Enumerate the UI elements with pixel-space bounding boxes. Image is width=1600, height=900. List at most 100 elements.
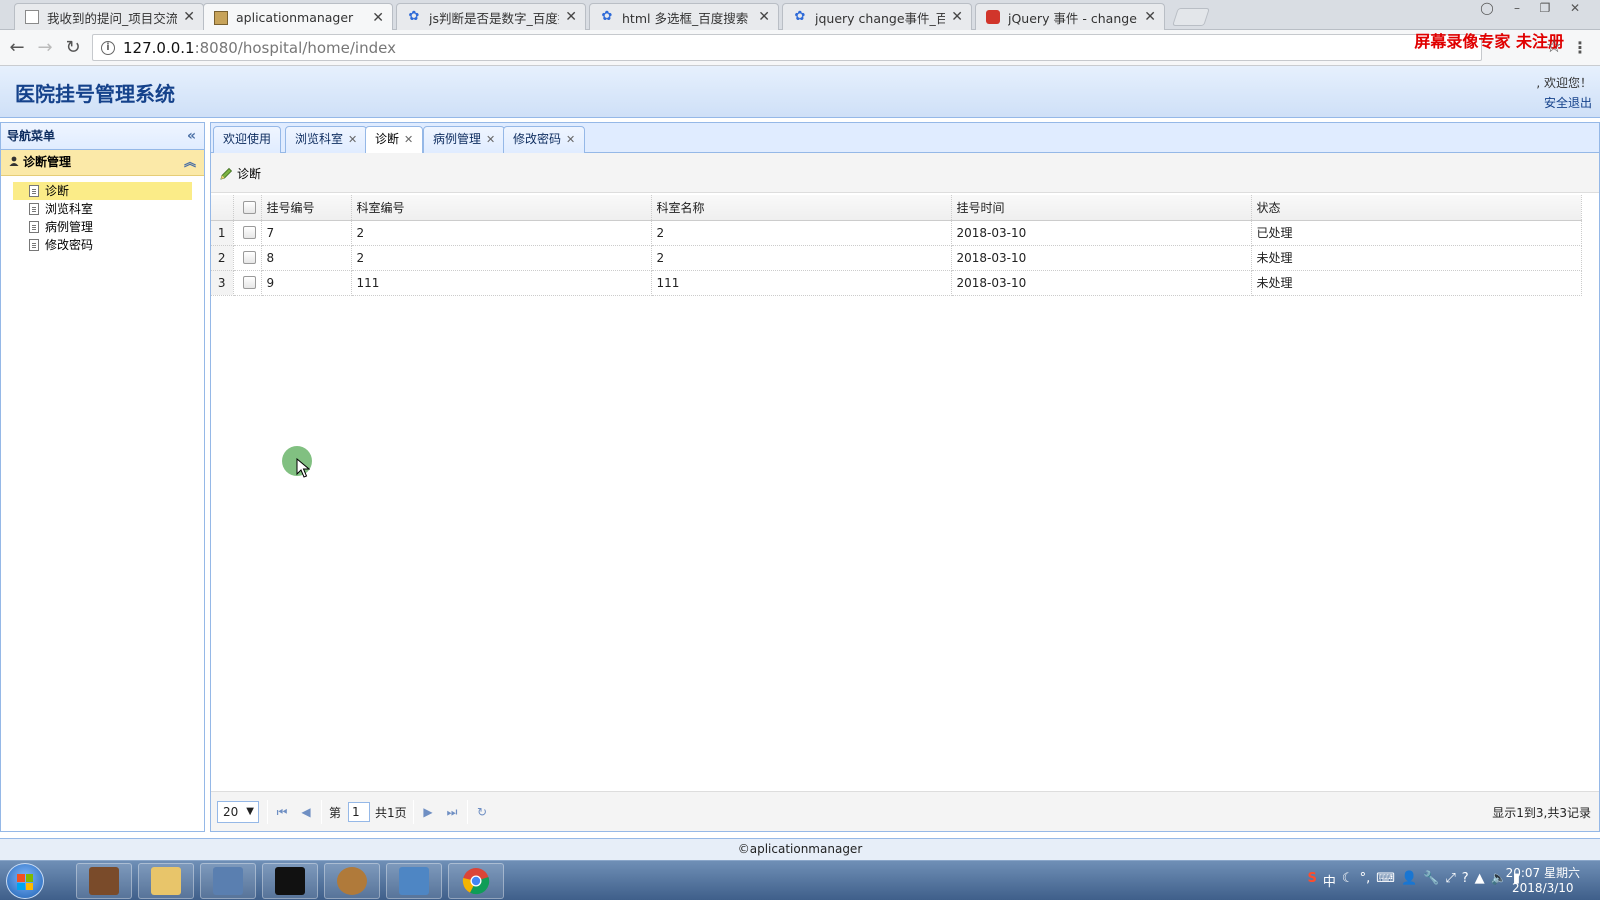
checkbox-cell [233, 270, 262, 296]
next-page-icon[interactable]: ▶ [419, 802, 437, 822]
logout-link[interactable]: 安全退出 [1544, 94, 1592, 111]
forward-arrow-icon[interactable]: → [34, 37, 56, 59]
tab-welcome[interactable]: 欢迎使用 [213, 126, 282, 153]
close-icon[interactable]: ✕ [565, 9, 577, 25]
column-header[interactable]: 挂号编号 [261, 195, 352, 221]
browser-tab-5[interactable]: ✿ jquery change事件_百度 ✕ [782, 3, 972, 30]
browser-tab-6[interactable]: jQuery 事件 - change() ✕ [975, 3, 1165, 30]
image-icon [214, 10, 228, 25]
table-row[interactable]: 1 7 2 2 2018-03-10 已处理 [211, 220, 1582, 246]
table-cell: 2 [651, 220, 952, 246]
chevron-up-icon[interactable]: ︽ [184, 150, 196, 175]
browser-tab-4[interactable]: ✿ html 多选框_百度搜索 ✕ [589, 3, 779, 30]
taskbar-clock[interactable]: 20:07 星期六 2018/3/10 [1506, 866, 1580, 896]
diagnose-button[interactable]: 诊断 [219, 165, 261, 182]
system-tray: S 中 ☾ °, ⌨ 👤 🔧 ⤢ ? ▲ 🔈 ▮ [1308, 871, 1520, 890]
close-icon[interactable]: ✕ [566, 133, 575, 146]
url-input[interactable]: i 127.0.0.1:8080/hospital/home/index [92, 34, 1482, 61]
main-content: 欢迎使用 浏览科室 ✕ 诊断 ✕ 病例管理 ✕ 修改密码 ✕ 诊断 挂号编号 科… [210, 122, 1600, 832]
close-icon[interactable]: ✕ [348, 133, 357, 146]
accordion-header-diagnosis[interactable]: 诊断管理 ︽ [1, 150, 204, 176]
browser-tab-2[interactable]: aplicationmanager ✕ [203, 3, 393, 31]
table-row[interactable]: 2 8 2 2 2018-03-10 未处理 [211, 245, 1582, 271]
user-tray-icon[interactable]: 👤 [1401, 871, 1417, 890]
select-all-checkbox[interactable] [243, 200, 256, 214]
row-number: 2 [211, 245, 234, 271]
browser-tab-title: jQuery 事件 - change() [1008, 10, 1139, 26]
prev-page-icon[interactable]: ◀ [297, 802, 315, 822]
file-icon [29, 239, 39, 251]
nav-panel: 导航菜单 « 诊断管理 ︽ 诊断 浏览科室 病例管理 修改密码 [0, 122, 205, 832]
minimize-icon[interactable]: – [1504, 0, 1530, 18]
taskbar-chrome[interactable] [448, 863, 504, 899]
close-icon[interactable]: ✕ [951, 9, 963, 25]
user-icon [9, 156, 19, 166]
close-icon[interactable]: ✕ [372, 10, 384, 26]
wrench-icon[interactable]: 🔧 [1423, 871, 1439, 890]
browser-tab-title: html 多选框_百度搜索 [622, 10, 749, 26]
collapse-left-icon[interactable]: « [187, 123, 196, 149]
moon-icon[interactable]: ☾ [1342, 871, 1354, 890]
file-icon [29, 221, 39, 233]
tab-change-password[interactable]: 修改密码 ✕ [503, 126, 586, 153]
help-icon[interactable]: ? [1462, 871, 1469, 890]
taskbar-cmd[interactable] [262, 863, 318, 899]
tree-item-diagnose[interactable]: 诊断 [13, 182, 192, 200]
row-checkbox[interactable] [243, 226, 256, 239]
row-checkbox[interactable] [243, 276, 256, 289]
tab-case-management[interactable]: 病例管理 ✕ [423, 126, 506, 153]
taskbar-photo-viewer[interactable] [386, 863, 442, 899]
close-icon[interactable]: ✕ [404, 133, 413, 146]
sogou-ime-icon[interactable]: S [1308, 871, 1317, 890]
windows-taskbar: S 中 ☾ °, ⌨ 👤 🔧 ⤢ ? ▲ 🔈 ▮ 20:07 星期六 2018/… [0, 860, 1600, 900]
table-row[interactable]: 3 9 111 111 2018-03-10 未处理 [211, 270, 1582, 296]
volume-icon[interactable]: 🔈 [1491, 871, 1507, 890]
pager-separator [413, 800, 414, 824]
first-page-icon[interactable]: ⏮ [273, 802, 291, 822]
menu-dots-icon[interactable]: ⋮ [1572, 38, 1588, 57]
tree-item-case-management[interactable]: 病例管理 [13, 218, 192, 236]
clock-time: 20:07 星期六 [1505, 866, 1580, 880]
column-header[interactable]: 挂号时间 [951, 195, 1252, 221]
close-icon[interactable]: ✕ [183, 9, 195, 25]
start-button[interactable] [6, 863, 44, 899]
tree-item-browse-departments[interactable]: 浏览科室 [13, 200, 192, 218]
tab-label: 浏览科室 [295, 132, 344, 146]
taskbar-java-ide[interactable] [76, 863, 132, 899]
refresh-icon[interactable]: ↻ [473, 802, 491, 822]
close-icon[interactable]: ✕ [486, 133, 495, 146]
tab-browse-departments[interactable]: 浏览科室 ✕ [285, 126, 368, 153]
restore-icon[interactable]: ❐ [1532, 0, 1558, 18]
chinese-input-icon[interactable]: 中 [1323, 871, 1336, 890]
taskbar-tomcat[interactable] [324, 863, 380, 899]
browser-tab-3[interactable]: ✿ js判断是否是数字_百度搜 ✕ [396, 3, 586, 30]
expand-icon[interactable]: ⤢ [1445, 871, 1455, 890]
java-ide-icon [89, 867, 119, 895]
close-window-icon[interactable]: ✕ [1562, 0, 1588, 18]
taskbar-explorer[interactable] [138, 863, 194, 899]
page-number-input[interactable]: 1 [348, 802, 370, 822]
keyboard-icon[interactable]: ⌨ [1376, 871, 1395, 890]
reload-icon[interactable]: ↻ [62, 37, 84, 59]
page-size-select[interactable]: 20 ▼ [217, 801, 259, 823]
taskbar-mysql[interactable] [200, 863, 256, 899]
column-header[interactable]: 科室名称 [651, 195, 952, 221]
tree-item-change-password[interactable]: 修改密码 [13, 236, 192, 254]
bookmark-star-icon[interactable]: ☆ [1546, 36, 1562, 57]
show-hidden-icon[interactable]: ▲ [1475, 871, 1485, 890]
table-cell: 111 [651, 270, 952, 296]
back-arrow-icon[interactable]: ← [6, 37, 28, 59]
windows-logo-icon [17, 874, 33, 890]
last-page-icon[interactable]: ⏭ [443, 802, 461, 822]
info-icon[interactable]: i [101, 40, 115, 55]
tab-diagnose[interactable]: 诊断 ✕ [365, 126, 424, 154]
close-icon[interactable]: ✕ [758, 9, 770, 25]
new-tab-button[interactable] [1172, 8, 1210, 26]
column-header[interactable]: 状态 [1251, 195, 1582, 221]
punctuation-icon[interactable]: °, [1360, 871, 1371, 890]
column-header[interactable]: 科室编号 [351, 195, 652, 221]
profile-icon[interactable]: ◯ [1474, 0, 1500, 18]
close-icon[interactable]: ✕ [1144, 9, 1156, 25]
row-checkbox[interactable] [243, 251, 256, 264]
browser-tab-1[interactable]: 我收到的提问_项目交流 ✕ [14, 3, 204, 30]
